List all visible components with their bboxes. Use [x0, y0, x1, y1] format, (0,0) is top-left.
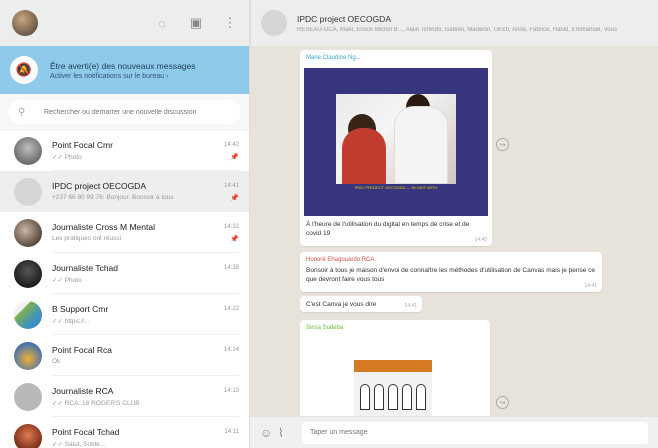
- chat-name: B Support Cmr: [52, 303, 109, 314]
- search-input[interactable]: [44, 108, 224, 116]
- chat-preview: +237 66 80 99 76: Bonjour. Bonsoir à tou…: [52, 194, 174, 201]
- pin-icon: 📌: [230, 194, 239, 202]
- chat-preview: ✓✓ Photo: [52, 153, 82, 161]
- avatar: [14, 341, 42, 370]
- text-message[interactable]: Honoré Ehagouardo RCA Bonsoir à tous je …: [300, 252, 602, 292]
- group-avatar[interactable]: [261, 10, 287, 36]
- avatar: [14, 136, 42, 165]
- chat-preview: ✓✓ RCA: 18 ROGER'S CLUB: [52, 399, 140, 407]
- message-image[interactable]: IPDC PROJECT OECOGDA — IN UNIT WITH: [304, 68, 488, 216]
- message-image[interactable]: [354, 360, 432, 416]
- chat-preview: Ok: [52, 358, 61, 365]
- chat-list-pane: ◌ ▣ ⋮ 🔕 Être averti(e) des nouveaux mess…: [0, 0, 250, 448]
- message-list: Marie Claudine Ng... IPDC PROJECT OECOGD…: [250, 46, 658, 416]
- message-sender: Sinsa Sudeba: [306, 325, 344, 331]
- message-text: À l'heure de l'utilisation du digital en…: [306, 221, 470, 237]
- chat-name: Journaliste Cross M Mental: [52, 221, 155, 232]
- forward-icon[interactable]: ↪: [496, 396, 509, 409]
- group-avatar: [14, 177, 42, 206]
- avatar: [14, 382, 42, 411]
- chat-name: Journaliste RCA: [52, 385, 114, 396]
- avatar: [14, 300, 42, 329]
- message-time: 14:41: [584, 283, 597, 289]
- chat-name: Point Focal Rca: [52, 345, 112, 355]
- notification-banner[interactable]: 🔕 Être averti(e) des nouveaux messages A…: [0, 46, 249, 94]
- message-sender: Honoré Ehagouardo RCA: [306, 257, 375, 263]
- chat-name: Journaliste Tchad: [52, 262, 118, 273]
- avatar: [14, 259, 42, 288]
- message-composer: ☺ ⌇: [250, 416, 658, 448]
- chat-name: IPDC project OECOGDA: [52, 180, 146, 191]
- chat-time: 14:35: [223, 264, 239, 271]
- chat-item[interactable]: Journaliste Cross M Mental 14:32 Les prat…: [0, 212, 249, 253]
- chat-time: 14:32: [223, 223, 239, 230]
- chat-item[interactable]: B Support Cmr 14:22 ✓✓ https://...: [0, 294, 249, 335]
- notification-title: Être averti(e) des nouveaux messages: [50, 60, 196, 71]
- chat-preview: ✓✓ Photo: [52, 276, 82, 284]
- chat-name: Point Focal Tchad: [52, 426, 120, 437]
- image-caption: IPDC PROJECT OECOGDA — IN UNIT WITH: [354, 185, 438, 190]
- chat-item[interactable]: Point Focal Rca 14:14 Ok: [0, 335, 249, 376]
- chat-list: Point Focal Cmr 14:42 ✓✓ Photo 📌 IPDC proj…: [0, 130, 249, 448]
- notification-link[interactable]: Activer les notifications sur le bureau …: [50, 73, 196, 80]
- message-input[interactable]: [302, 421, 648, 444]
- profile-avatar[interactable]: [12, 10, 38, 36]
- conversation-header[interactable]: IPDC project OECOGDA RÉSEAU-OCA, Maël, E…: [250, 0, 658, 46]
- image-message[interactable]: Marie Claudine Ng... IPDC PROJECT OECOGD…: [300, 50, 492, 246]
- search-bar: ⚲: [0, 94, 249, 130]
- chat-time: 14:14: [223, 347, 239, 353]
- pin-icon: 📌: [230, 235, 239, 243]
- message-text: Bonsoir à tous je maison d'envoi de conn…: [306, 267, 596, 283]
- chat-time: 14:22: [223, 305, 239, 312]
- chat-item[interactable]: Point Focal Cmr 14:42 ✓✓ Photo 📌: [0, 130, 249, 171]
- chat-item[interactable]: Point Focal Tchad 14:11 ✓✓ Salut, Solde..…: [0, 417, 249, 448]
- conversation-pane: IPDC project OECOGDA RÉSEAU-OCA, Maël, E…: [250, 0, 658, 448]
- chat-time: 14:11: [224, 428, 239, 435]
- chat-name: Point Focal Cmr: [52, 139, 113, 150]
- menu-icon[interactable]: ⋮: [223, 15, 237, 31]
- text-message[interactable]: C'est Canva je vous dire 14:41: [300, 296, 422, 312]
- conversation-members: RÉSEAU-OCA, Maël, Enock Michel B..., Ala…: [297, 26, 618, 33]
- chat-time: 14:41: [223, 182, 239, 189]
- forward-icon[interactable]: ↪: [496, 138, 509, 151]
- new-chat-icon[interactable]: ▣: [189, 15, 203, 31]
- image-message[interactable]: Sinsa Sudeba: [300, 320, 490, 416]
- chat-preview: ✓✓ https://...: [52, 317, 90, 325]
- pin-icon: 📌: [230, 153, 239, 161]
- chat-item[interactable]: IPDC project OECOGDA 14:41 +237 66 80 99 …: [0, 171, 249, 212]
- bell-off-icon: 🔕: [10, 56, 38, 84]
- avatar: [14, 423, 42, 448]
- message-sender: Marie Claudine Ng...: [306, 55, 361, 61]
- avatar: [14, 218, 42, 247]
- chat-item[interactable]: Journaliste Tchad 14:35 ✓✓ Photo: [0, 253, 249, 294]
- message-time: 14:40: [474, 237, 487, 243]
- chat-item[interactable]: Journaliste RCA 14:13 ✓✓ RCA: 18 ROGER'S …: [0, 376, 249, 417]
- chat-preview: ✓✓ Salut, Solde...: [52, 440, 106, 448]
- attach-icon[interactable]: ⌇: [278, 426, 296, 440]
- search-icon: ⚲: [18, 106, 26, 118]
- chat-time: 14:42: [223, 141, 239, 148]
- status-icon[interactable]: ◌: [155, 16, 169, 31]
- message-time: 14:41: [404, 303, 417, 309]
- chat-preview: Les pratiques ont réussi: [52, 235, 122, 242]
- sidebar-header: ◌ ▣ ⋮: [0, 0, 249, 46]
- emoji-icon[interactable]: ☺: [260, 426, 278, 440]
- conversation-title: IPDC project OECOGDA: [297, 13, 391, 24]
- chat-time: 14:13: [223, 387, 239, 394]
